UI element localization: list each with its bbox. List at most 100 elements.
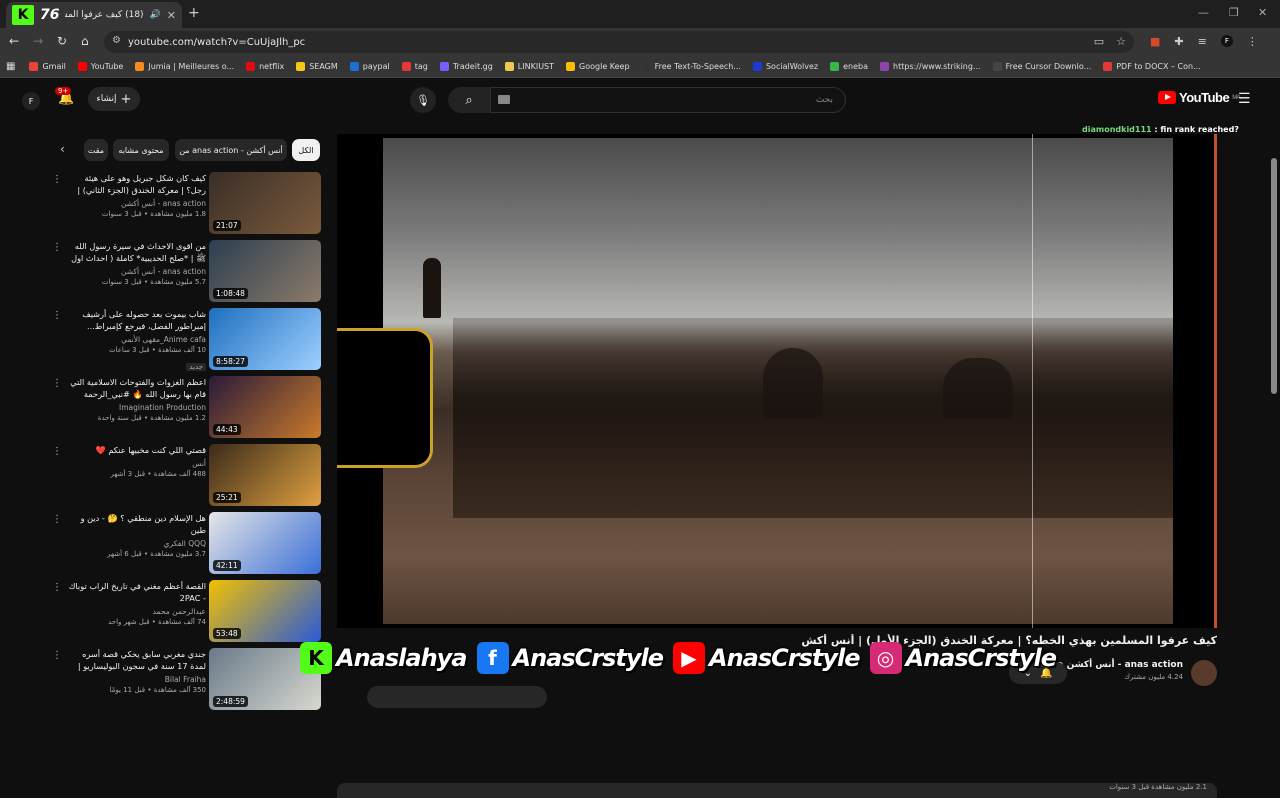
youtube-logo[interactable]: YouTube MA	[1158, 90, 1241, 105]
duration-badge: 1:08:48	[213, 288, 248, 299]
recommendation-title[interactable]: قصتي اللي كنت مخبيها عنكم ❤️	[64, 444, 206, 456]
browser-menu-icon[interactable]: ⋮	[1247, 35, 1258, 48]
stream-social-overlay: K Anaslahya f AnasCrstyle ▶ AnasCrstyle ◎ AnasC…	[300, 638, 1062, 678]
chip-all[interactable]: الكل	[292, 139, 320, 161]
cast-icon[interactable]: ▭	[1094, 35, 1104, 48]
create-button[interactable]: إنشاء +	[88, 87, 140, 111]
bookmark-item[interactable]: PDF to DOCX – Con...	[1097, 62, 1207, 71]
page-scrollbar[interactable]	[1271, 158, 1277, 394]
more-actions-icon[interactable]: ⋮	[52, 582, 62, 593]
recommendation-item[interactable]: ⋮ القصة أعظم مغني في تاريخ الراب توباك - …	[48, 580, 324, 644]
recommendation-channel[interactable]: Imagination Production	[64, 403, 206, 412]
bookmark-label: PDF to DOCX – Con...	[1116, 62, 1201, 71]
recommendation-title[interactable]: اعظم الغزوات والفتوحات الاسلامية التي قا…	[64, 376, 206, 400]
new-tab-icon[interactable]: +	[188, 5, 200, 21]
reload-icon[interactable]: ↻	[57, 34, 67, 48]
recommendation-item[interactable]: ⋮ من اقوى الاحداث في سيرة رسول الله ﷺ | *…	[48, 240, 324, 304]
recommendation-item[interactable]: ⋮ شاب بيموت بعد حصوله على أرشيف إمبراطور …	[48, 308, 324, 372]
bookmark-item[interactable]: eneba	[824, 62, 874, 71]
recommendation-channel[interactable]: عبدالرحمن محمد	[64, 607, 206, 616]
video-player[interactable]	[337, 134, 1217, 628]
search-icon[interactable]: ⌕	[448, 87, 490, 113]
bookmark-item[interactable]: Jumia | Meilleures o...	[129, 62, 240, 71]
channel-avatar[interactable]	[1191, 660, 1217, 686]
chip-related[interactable]: محتوى مشابه	[113, 139, 169, 161]
search-input[interactable]: بحث	[490, 87, 846, 113]
recommendation-stats: 10 آلف مشاهدة • قبل 3 ساعات	[108, 346, 206, 354]
recommendation-title[interactable]: شاب بيموت بعد حصوله على أرشيف إمبراطور ا…	[64, 308, 206, 332]
extensions-puzzle-icon[interactable]: ✚	[1174, 35, 1183, 48]
bookmark-item[interactable]: LINKIUST	[499, 62, 560, 71]
more-actions-icon[interactable]: ⋮	[52, 650, 62, 661]
recommendation-stats: 5.7 مليون مشاهدة • قبل 3 سنوات	[101, 278, 206, 286]
bookmark-item[interactable]: tag	[396, 62, 434, 71]
recommendation-item[interactable]: ⋮ قصتي اللي كنت مخبيها عنكم ❤️ أنس 488 آلف …	[48, 444, 324, 508]
bookmark-label: Gmail	[42, 62, 66, 71]
site-info-icon[interactable]: ⚙	[112, 35, 121, 46]
bookmark-item[interactable]: Gmail	[23, 62, 71, 71]
description-preview[interactable]: 2.1 مليون مشاهدة قبل 3 سنوات	[337, 783, 1217, 798]
social-handle: AnasCrstyle	[905, 643, 1058, 673]
bookmark-star-icon[interactable]: ☆	[1116, 35, 1126, 48]
bookmark-favicon-icon	[349, 62, 359, 71]
more-actions-icon[interactable]: ⋮	[52, 514, 62, 525]
forward-icon[interactable]: →	[33, 34, 43, 48]
chip-more[interactable]: مقت	[84, 139, 108, 161]
recommendation-title[interactable]: القصة أعظم مغني في تاريخ الراب توباك - 2…	[64, 580, 206, 604]
tab-close-icon[interactable]: ✕	[167, 9, 176, 22]
bookmark-item[interactable]: Google Keep	[560, 62, 636, 71]
recommendation-title[interactable]: هل الإسلام دين منطقي ؟ 🤔 - دين و طين	[64, 512, 206, 536]
apps-grid-icon[interactable]: ▦	[6, 61, 15, 72]
recommendation-channel[interactable]: أنس	[64, 459, 206, 468]
recommendation-title[interactable]: جندي مغربي سابق يحكي قصة أسره لمدة 17 سن…	[64, 648, 206, 672]
recommendation-stats: 488 آلف مشاهدة • قبل 3 أشهر	[110, 470, 206, 478]
account-avatar[interactable]: F	[22, 92, 40, 110]
media-controls-icon[interactable]: ≡	[1198, 35, 1207, 48]
more-actions-icon[interactable]: ⋮	[52, 378, 62, 389]
keyboard-icon[interactable]	[498, 95, 510, 104]
recommendation-title[interactable]: كيف كان شكل جبريل وهو على هيئة رجل؟ | مع…	[64, 172, 206, 196]
recommendation-title[interactable]: من اقوى الاحداث في سيرة رسول الله ﷺ | *ص…	[64, 240, 206, 264]
recommendation-channel[interactable]: Bilal Fraiha	[64, 675, 206, 684]
home-icon[interactable]: ⌂	[81, 34, 89, 48]
recommendation-channel[interactable]: anas action - أنس أكشن	[64, 199, 206, 208]
bookmark-item[interactable]: netflix	[240, 62, 290, 71]
recommendation-meta: هل الإسلام دين منطقي ؟ 🤔 - دين و طين QQQ …	[64, 512, 206, 558]
bookmark-label: SocialWolvez	[765, 62, 819, 71]
bookmark-item[interactable]: Free Text-To-Speech...	[636, 62, 747, 71]
close-window-icon[interactable]: ✕	[1258, 6, 1267, 19]
extension-red-icon[interactable]: ■	[1150, 35, 1160, 48]
chip-from-channel[interactable]: من anas action - أنس أكشن	[175, 139, 287, 161]
voice-search-icon[interactable]: 🎙	[410, 87, 436, 113]
minimize-icon[interactable]: —	[1198, 6, 1209, 19]
actions-bar[interactable]	[367, 686, 547, 708]
guide-menu-icon[interactable]: ☰	[1238, 91, 1251, 107]
recommendation-item[interactable]: ⋮ اعظم الغزوات والفتوحات الاسلامية التي ق…	[48, 376, 324, 440]
bookmark-item[interactable]: SocialWolvez	[747, 62, 824, 71]
recommendation-item[interactable]: ⋮ هل الإسلام دين منطقي ؟ 🤔 - دين و طين QQQ…	[48, 512, 324, 576]
recommendation-stats: 1.2 مليون مشاهدة • قبل سنة واحدة	[97, 414, 206, 422]
bookmark-item[interactable]: Tradeit.gg	[434, 62, 499, 71]
bookmark-item[interactable]: SEAGM	[290, 62, 344, 71]
restore-icon[interactable]: ❐	[1229, 6, 1239, 19]
bookmark-item[interactable]: paypal	[344, 62, 396, 71]
audio-icon[interactable]: 🔊	[150, 10, 161, 20]
channel-name[interactable]: anas action - أنس أكشن ●	[1057, 660, 1183, 670]
bookmark-item[interactable]: YouTube	[72, 62, 130, 71]
bookmark-item[interactable]: Free Cursor Downlo...	[987, 62, 1098, 71]
more-actions-icon[interactable]: ⋮	[52, 242, 62, 253]
more-actions-icon[interactable]: ⋮	[52, 446, 62, 457]
bookmark-item[interactable]: https://www.striking...	[874, 62, 987, 71]
recommendation-item[interactable]: ⋮ جندي مغربي سابق يحكي قصة أسره لمدة 17 س…	[48, 648, 324, 712]
recommendation-channel[interactable]: anas action - أنس أكشن	[64, 267, 206, 276]
profile-icon[interactable]: F	[1220, 35, 1233, 47]
browser-tab-active[interactable]: K 76 (18) كيف عرفوا المسلمين ب 🔊 ✕	[6, 2, 182, 28]
more-actions-icon[interactable]: ⋮	[52, 174, 62, 185]
recommendation-item[interactable]: ⋮ كيف كان شكل جبريل وهو على هيئة رجل؟ | م…	[48, 172, 324, 236]
recommendation-channel[interactable]: QQQ الفكري	[64, 539, 206, 548]
address-bar[interactable]: ⚙ youtube.com/watch?v=CuUjaJlh_pc ▭ ☆	[104, 31, 1134, 53]
more-actions-icon[interactable]: ⋮	[52, 310, 62, 321]
back-icon[interactable]: ←	[9, 34, 19, 48]
recommendation-channel[interactable]: Anime cafa_مقهى الأنمي	[64, 335, 206, 344]
chips-scroll-left-icon[interactable]: ‹	[60, 142, 65, 156]
